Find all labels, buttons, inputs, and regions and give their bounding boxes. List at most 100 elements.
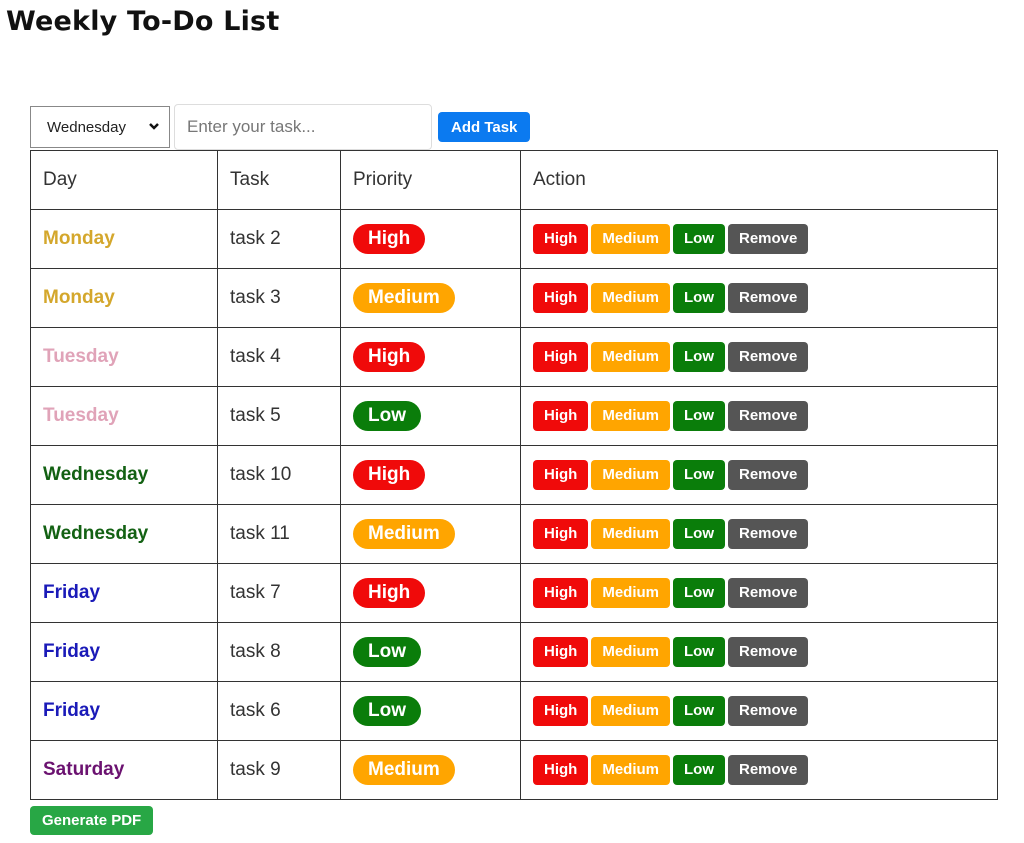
remove-button[interactable]: Remove [728, 578, 809, 608]
set-high-button[interactable]: High [533, 755, 589, 785]
row-task: task 11 [217, 504, 341, 564]
row-priority-cell: Low [340, 386, 521, 446]
row-priority-cell: High [340, 327, 521, 387]
set-high-button[interactable]: High [533, 578, 589, 608]
set-low-button[interactable]: Low [673, 755, 725, 785]
set-low-button[interactable]: Low [673, 696, 725, 726]
task-input[interactable] [174, 104, 432, 150]
table-row: Monday task 3 Medium High Medium Low Remove [30, 268, 998, 328]
row-task: task 7 [217, 563, 341, 623]
remove-button[interactable]: Remove [728, 460, 809, 490]
row-actions: High Medium Low Remove [520, 386, 998, 446]
priority-badge: Low [353, 637, 421, 667]
tasks-table: Day Task Priority Action Monday task 2 Hig… [30, 150, 998, 800]
set-medium-button[interactable]: Medium [591, 755, 670, 785]
row-day: Tuesday [30, 386, 218, 446]
row-actions: High Medium Low Remove [520, 209, 998, 269]
row-actions: High Medium Low Remove [520, 622, 998, 682]
table-row: Wednesday task 11 Medium High Medium Low Remov… [30, 504, 998, 564]
row-task: task 5 [217, 386, 341, 446]
table-row: Tuesday task 4 High High Medium Low Remove [30, 327, 998, 387]
set-low-button[interactable]: Low [673, 460, 725, 490]
row-priority-cell: High [340, 445, 521, 505]
row-actions: High Medium Low Remove [520, 327, 998, 387]
header-action: Action [520, 150, 998, 210]
set-low-button[interactable]: Low [673, 342, 725, 372]
set-medium-button[interactable]: Medium [591, 460, 670, 490]
set-medium-button[interactable]: Medium [591, 519, 670, 549]
page-title: Weekly To-Do List [6, 6, 280, 37]
table-row: Saturday task 9 Medium High Medium Low Remove [30, 740, 998, 800]
row-priority-cell: Medium [340, 740, 521, 800]
remove-button[interactable]: Remove [728, 224, 809, 254]
remove-button[interactable]: Remove [728, 342, 809, 372]
table-row: Friday task 6 Low High Medium Low Remove [30, 681, 998, 741]
set-medium-button[interactable]: Medium [591, 578, 670, 608]
set-high-button[interactable]: High [533, 283, 589, 313]
row-priority-cell: Low [340, 622, 521, 682]
set-low-button[interactable]: Low [673, 519, 725, 549]
set-low-button[interactable]: Low [673, 637, 725, 667]
set-medium-button[interactable]: Medium [591, 283, 670, 313]
header-priority: Priority [340, 150, 521, 210]
priority-badge: Low [353, 401, 421, 431]
remove-button[interactable]: Remove [728, 696, 809, 726]
day-select-value: Wednesday [47, 118, 126, 136]
set-high-button[interactable]: High [533, 696, 589, 726]
row-day: Saturday [30, 740, 218, 800]
set-medium-button[interactable]: Medium [591, 696, 670, 726]
set-high-button[interactable]: High [533, 519, 589, 549]
row-task: task 6 [217, 681, 341, 741]
set-low-button[interactable]: Low [673, 401, 725, 431]
row-priority-cell: Medium [340, 268, 521, 328]
set-high-button[interactable]: High [533, 342, 589, 372]
table-row: Friday task 7 High High Medium Low Remove [30, 563, 998, 623]
row-actions: High Medium Low Remove [520, 740, 998, 800]
row-priority-cell: High [340, 563, 521, 623]
set-medium-button[interactable]: Medium [591, 224, 670, 254]
row-day: Wednesday [30, 504, 218, 564]
remove-button[interactable]: Remove [728, 755, 809, 785]
row-task: task 8 [217, 622, 341, 682]
set-low-button[interactable]: Low [673, 224, 725, 254]
table-row: Friday task 8 Low High Medium Low Remove [30, 622, 998, 682]
priority-badge: High [353, 342, 426, 372]
priority-badge: High [353, 460, 426, 490]
set-high-button[interactable]: High [533, 637, 589, 667]
priority-badge: Medium [353, 519, 455, 549]
remove-button[interactable]: Remove [728, 519, 809, 549]
row-task: task 4 [217, 327, 341, 387]
header-day: Day [30, 150, 218, 210]
remove-button[interactable]: Remove [728, 283, 809, 313]
set-high-button[interactable]: High [533, 224, 589, 254]
set-low-button[interactable]: Low [673, 578, 725, 608]
remove-button[interactable]: Remove [728, 637, 809, 667]
row-task: task 2 [217, 209, 341, 269]
priority-badge: Low [353, 696, 421, 726]
row-actions: High Medium Low Remove [520, 681, 998, 741]
row-day: Friday [30, 563, 218, 623]
set-high-button[interactable]: High [533, 401, 589, 431]
row-day: Monday [30, 209, 218, 269]
row-task: task 3 [217, 268, 341, 328]
add-task-button[interactable]: Add Task [438, 112, 531, 142]
set-medium-button[interactable]: Medium [591, 342, 670, 372]
generate-pdf-button[interactable]: Generate PDF [30, 806, 154, 835]
priority-badge: High [353, 578, 426, 608]
priority-badge: Medium [353, 283, 455, 313]
set-high-button[interactable]: High [533, 460, 589, 490]
row-priority-cell: Low [340, 681, 521, 741]
table-header-row: Day Task Priority Action [30, 150, 998, 210]
row-priority-cell: Medium [340, 504, 521, 564]
row-actions: High Medium Low Remove [520, 445, 998, 505]
set-low-button[interactable]: Low [673, 283, 725, 313]
row-actions: High Medium Low Remove [520, 563, 998, 623]
set-medium-button[interactable]: Medium [591, 637, 670, 667]
chevron-down-icon [149, 123, 159, 130]
remove-button[interactable]: Remove [728, 401, 809, 431]
day-select[interactable]: Wednesday [30, 106, 170, 148]
table-row: Tuesday task 5 Low High Medium Low Remove [30, 386, 998, 446]
task-controls: Wednesday Add Task [30, 104, 531, 150]
priority-badge: High [353, 224, 426, 254]
set-medium-button[interactable]: Medium [591, 401, 670, 431]
